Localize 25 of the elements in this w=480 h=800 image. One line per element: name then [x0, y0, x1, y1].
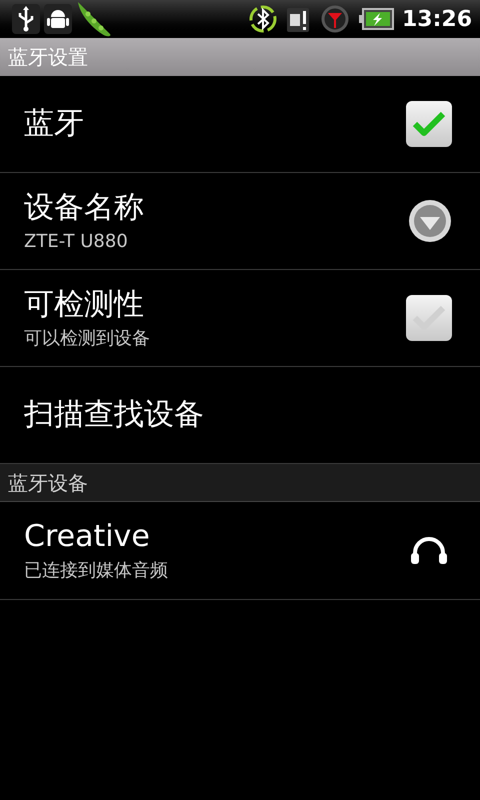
signal-icon [320, 4, 350, 34]
android-icon [44, 4, 72, 34]
usb-icon [12, 4, 40, 34]
headphones-icon [410, 536, 448, 564]
checkbox[interactable] [406, 101, 452, 147]
bluetooth-icon [248, 4, 278, 34]
section-title: 蓝牙设备 [8, 470, 88, 496]
device-status: 已连接到媒体音频 [24, 559, 168, 583]
setting-row[interactable]: 蓝牙 [0, 76, 480, 173]
dropdown-icon[interactable] [408, 199, 452, 243]
setting-title: 可检测性 [24, 286, 145, 324]
setting-summary: ZTE-T U880 [24, 230, 129, 254]
setting-title: 设备名称 [24, 188, 144, 226]
setting-title: 扫描查找设备 [24, 396, 204, 434]
device-name: Creative [24, 518, 151, 556]
checkbox[interactable] [406, 295, 452, 341]
setting-summary: 可以检测到设备 [24, 326, 150, 350]
screen-title: 蓝牙设置 [8, 44, 88, 71]
check-icon [412, 110, 446, 138]
battery-icon [358, 7, 394, 31]
setting-title: 蓝牙 [24, 105, 84, 143]
clock-time: 13:26 [402, 6, 472, 34]
setting-row[interactable]: 可检测性 可以检测到设备 [0, 270, 480, 367]
setting-row[interactable]: 设备名称 ZTE-T U880 [0, 173, 480, 270]
device-row[interactable]: Creative 已连接到媒体音频 [0, 502, 480, 600]
